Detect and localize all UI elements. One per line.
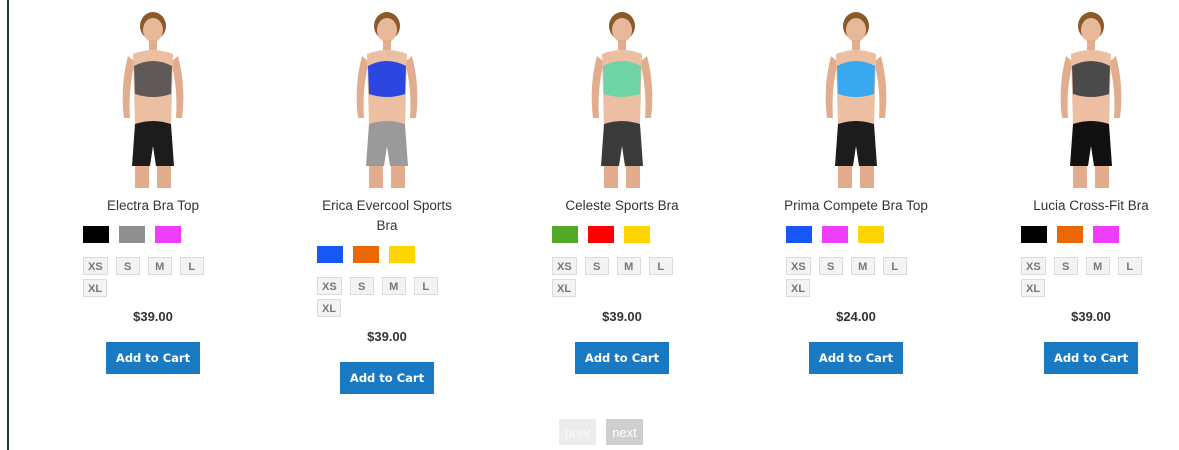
- color-swatch[interactable]: [389, 246, 415, 263]
- size-option[interactable]: L: [413, 277, 438, 295]
- size-option[interactable]: XL: [83, 279, 108, 297]
- color-swatches: [786, 226, 926, 243]
- size-option[interactable]: XS: [83, 257, 108, 275]
- add-to-cart-button[interactable]: Add to Cart: [1044, 342, 1138, 374]
- size-options: XS S M L XL: [786, 257, 926, 297]
- prev-page-button[interactable]: prev: [559, 419, 596, 445]
- color-swatch[interactable]: [83, 226, 109, 243]
- color-swatch[interactable]: [1057, 226, 1083, 243]
- product-image[interactable]: [557, 6, 687, 188]
- product-grid-page: Electra Bra Top XS S M L XL $39.00 Add to Ca…: [0, 0, 1179, 450]
- size-options: XS S M L XL: [317, 277, 457, 317]
- product-name[interactable]: Celeste Sports Bra: [547, 196, 697, 216]
- size-option[interactable]: M: [147, 257, 172, 275]
- product-name[interactable]: Lucia Cross-Fit Bra: [1016, 196, 1166, 216]
- color-swatch[interactable]: [552, 226, 578, 243]
- product-image[interactable]: [1026, 6, 1156, 188]
- left-border: [7, 0, 9, 450]
- add-to-cart-button[interactable]: Add to Cart: [340, 362, 434, 394]
- product-image[interactable]: [322, 6, 452, 188]
- product-price: $39.00: [367, 329, 407, 344]
- size-option[interactable]: S: [115, 257, 140, 275]
- product-price: $39.00: [133, 309, 173, 324]
- color-swatch[interactable]: [317, 246, 343, 263]
- size-option[interactable]: L: [648, 257, 673, 275]
- size-option[interactable]: XS: [1021, 257, 1046, 275]
- product-price: $39.00: [602, 309, 642, 324]
- product-name[interactable]: Electra Bra Top: [78, 196, 228, 216]
- next-page-button[interactable]: next: [606, 419, 643, 445]
- color-swatches: [552, 226, 692, 243]
- pagination: prev next: [559, 419, 643, 445]
- size-options: XS S M L XL: [552, 257, 692, 297]
- color-swatch[interactable]: [786, 226, 812, 243]
- product-name[interactable]: Erica Evercool Sports Bra: [312, 196, 462, 236]
- product-card: Prima Compete Bra Top XS S M L XL $24.00 Add…: [751, 0, 961, 374]
- product-card: Erica Evercool Sports Bra XS S M L XL $39.00…: [282, 0, 492, 394]
- product-card: Lucia Cross-Fit Bra XS S M L XL $39.00 Add t…: [986, 0, 1179, 374]
- color-swatches: [83, 226, 223, 243]
- size-option[interactable]: XL: [1021, 279, 1046, 297]
- size-option[interactable]: XS: [552, 257, 577, 275]
- add-to-cart-button[interactable]: Add to Cart: [106, 342, 200, 374]
- size-option[interactable]: L: [1117, 257, 1142, 275]
- size-option[interactable]: M: [381, 277, 406, 295]
- size-option[interactable]: S: [818, 257, 843, 275]
- color-swatch[interactable]: [1021, 226, 1047, 243]
- product-card: Electra Bra Top XS S M L XL $39.00 Add to Ca…: [48, 0, 258, 374]
- size-option[interactable]: S: [349, 277, 374, 295]
- color-swatch[interactable]: [353, 246, 379, 263]
- product-price: $39.00: [1071, 309, 1111, 324]
- color-swatch[interactable]: [624, 226, 650, 243]
- size-option[interactable]: XL: [317, 299, 342, 317]
- size-option[interactable]: XS: [317, 277, 342, 295]
- size-option[interactable]: XL: [552, 279, 577, 297]
- product-image[interactable]: [791, 6, 921, 188]
- color-swatch[interactable]: [1093, 226, 1119, 243]
- product-name[interactable]: Prima Compete Bra Top: [781, 196, 931, 216]
- size-option[interactable]: S: [584, 257, 609, 275]
- size-option[interactable]: M: [1085, 257, 1110, 275]
- size-option[interactable]: XS: [786, 257, 811, 275]
- size-options: XS S M L XL: [83, 257, 223, 297]
- add-to-cart-button[interactable]: Add to Cart: [809, 342, 903, 374]
- color-swatches: [317, 246, 457, 263]
- product-price: $24.00: [836, 309, 876, 324]
- color-swatch[interactable]: [155, 226, 181, 243]
- size-options: XS S M L XL: [1021, 257, 1161, 297]
- size-option[interactable]: L: [882, 257, 907, 275]
- product-card: Celeste Sports Bra XS S M L XL $39.00 Add to…: [517, 0, 727, 374]
- size-option[interactable]: L: [179, 257, 204, 275]
- color-swatch[interactable]: [588, 226, 614, 243]
- size-option[interactable]: XL: [786, 279, 811, 297]
- size-option[interactable]: S: [1053, 257, 1078, 275]
- color-swatches: [1021, 226, 1161, 243]
- product-image[interactable]: [88, 6, 218, 188]
- color-swatch[interactable]: [858, 226, 884, 243]
- size-option[interactable]: M: [850, 257, 875, 275]
- size-option[interactable]: M: [616, 257, 641, 275]
- color-swatch[interactable]: [822, 226, 848, 243]
- color-swatch[interactable]: [119, 226, 145, 243]
- add-to-cart-button[interactable]: Add to Cart: [575, 342, 669, 374]
